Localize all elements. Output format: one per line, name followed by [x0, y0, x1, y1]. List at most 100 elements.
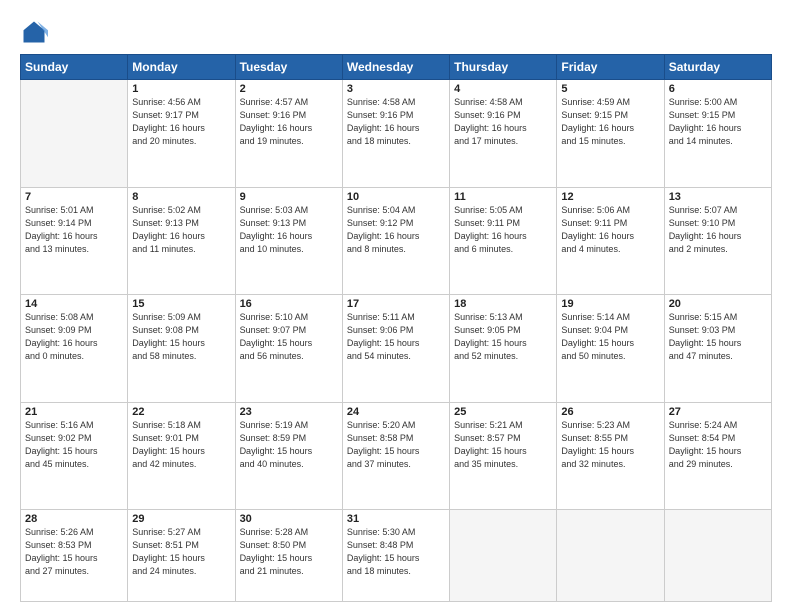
day-info: Sunrise: 4:58 AM Sunset: 9:16 PM Dayligh… — [347, 96, 445, 148]
calendar-cell: 28Sunrise: 5:26 AM Sunset: 8:53 PM Dayli… — [21, 510, 128, 602]
calendar-cell: 7Sunrise: 5:01 AM Sunset: 9:14 PM Daylig… — [21, 187, 128, 295]
weekday-header-thursday: Thursday — [450, 55, 557, 80]
calendar-cell: 19Sunrise: 5:14 AM Sunset: 9:04 PM Dayli… — [557, 295, 664, 403]
day-info: Sunrise: 5:10 AM Sunset: 9:07 PM Dayligh… — [240, 311, 338, 363]
day-info: Sunrise: 5:13 AM Sunset: 9:05 PM Dayligh… — [454, 311, 552, 363]
day-info: Sunrise: 5:01 AM Sunset: 9:14 PM Dayligh… — [25, 204, 123, 256]
calendar-cell — [21, 80, 128, 188]
calendar-cell: 10Sunrise: 5:04 AM Sunset: 9:12 PM Dayli… — [342, 187, 449, 295]
day-info: Sunrise: 5:23 AM Sunset: 8:55 PM Dayligh… — [561, 419, 659, 471]
calendar-cell: 14Sunrise: 5:08 AM Sunset: 9:09 PM Dayli… — [21, 295, 128, 403]
calendar-week-row: 14Sunrise: 5:08 AM Sunset: 9:09 PM Dayli… — [21, 295, 772, 403]
calendar-cell: 2Sunrise: 4:57 AM Sunset: 9:16 PM Daylig… — [235, 80, 342, 188]
calendar-cell: 1Sunrise: 4:56 AM Sunset: 9:17 PM Daylig… — [128, 80, 235, 188]
day-info: Sunrise: 4:57 AM Sunset: 9:16 PM Dayligh… — [240, 96, 338, 148]
calendar-cell: 17Sunrise: 5:11 AM Sunset: 9:06 PM Dayli… — [342, 295, 449, 403]
day-number: 22 — [132, 406, 230, 418]
day-number: 10 — [347, 191, 445, 203]
day-info: Sunrise: 4:58 AM Sunset: 9:16 PM Dayligh… — [454, 96, 552, 148]
day-info: Sunrise: 5:08 AM Sunset: 9:09 PM Dayligh… — [25, 311, 123, 363]
logo — [20, 18, 52, 46]
calendar-cell: 16Sunrise: 5:10 AM Sunset: 9:07 PM Dayli… — [235, 295, 342, 403]
day-number: 24 — [347, 406, 445, 418]
day-info: Sunrise: 5:00 AM Sunset: 9:15 PM Dayligh… — [669, 96, 767, 148]
day-info: Sunrise: 5:14 AM Sunset: 9:04 PM Dayligh… — [561, 311, 659, 363]
day-number: 14 — [25, 298, 123, 310]
calendar-cell: 15Sunrise: 5:09 AM Sunset: 9:08 PM Dayli… — [128, 295, 235, 403]
day-info: Sunrise: 5:06 AM Sunset: 9:11 PM Dayligh… — [561, 204, 659, 256]
weekday-header-friday: Friday — [557, 55, 664, 80]
calendar-table: SundayMondayTuesdayWednesdayThursdayFrid… — [20, 54, 772, 602]
day-info: Sunrise: 4:56 AM Sunset: 9:17 PM Dayligh… — [132, 96, 230, 148]
weekday-header-saturday: Saturday — [664, 55, 771, 80]
day-info: Sunrise: 5:15 AM Sunset: 9:03 PM Dayligh… — [669, 311, 767, 363]
calendar-cell — [557, 510, 664, 602]
calendar-week-row: 1Sunrise: 4:56 AM Sunset: 9:17 PM Daylig… — [21, 80, 772, 188]
calendar-cell: 5Sunrise: 4:59 AM Sunset: 9:15 PM Daylig… — [557, 80, 664, 188]
day-number: 25 — [454, 406, 552, 418]
day-info: Sunrise: 5:09 AM Sunset: 9:08 PM Dayligh… — [132, 311, 230, 363]
calendar-week-row: 28Sunrise: 5:26 AM Sunset: 8:53 PM Dayli… — [21, 510, 772, 602]
day-info: Sunrise: 5:18 AM Sunset: 9:01 PM Dayligh… — [132, 419, 230, 471]
day-info: Sunrise: 4:59 AM Sunset: 9:15 PM Dayligh… — [561, 96, 659, 148]
calendar-cell: 8Sunrise: 5:02 AM Sunset: 9:13 PM Daylig… — [128, 187, 235, 295]
calendar-cell: 13Sunrise: 5:07 AM Sunset: 9:10 PM Dayli… — [664, 187, 771, 295]
day-info: Sunrise: 5:27 AM Sunset: 8:51 PM Dayligh… — [132, 526, 230, 578]
calendar-cell — [450, 510, 557, 602]
day-number: 19 — [561, 298, 659, 310]
day-info: Sunrise: 5:28 AM Sunset: 8:50 PM Dayligh… — [240, 526, 338, 578]
logo-icon — [20, 18, 48, 46]
day-number: 6 — [669, 83, 767, 95]
day-number: 26 — [561, 406, 659, 418]
calendar-cell: 27Sunrise: 5:24 AM Sunset: 8:54 PM Dayli… — [664, 402, 771, 510]
day-number: 13 — [669, 191, 767, 203]
day-number: 15 — [132, 298, 230, 310]
calendar-cell: 22Sunrise: 5:18 AM Sunset: 9:01 PM Dayli… — [128, 402, 235, 510]
day-number: 8 — [132, 191, 230, 203]
day-number: 29 — [132, 513, 230, 525]
calendar-cell: 12Sunrise: 5:06 AM Sunset: 9:11 PM Dayli… — [557, 187, 664, 295]
calendar-cell: 31Sunrise: 5:30 AM Sunset: 8:48 PM Dayli… — [342, 510, 449, 602]
calendar-cell: 30Sunrise: 5:28 AM Sunset: 8:50 PM Dayli… — [235, 510, 342, 602]
day-number: 17 — [347, 298, 445, 310]
day-info: Sunrise: 5:11 AM Sunset: 9:06 PM Dayligh… — [347, 311, 445, 363]
day-info: Sunrise: 5:19 AM Sunset: 8:59 PM Dayligh… — [240, 419, 338, 471]
day-number: 27 — [669, 406, 767, 418]
day-number: 28 — [25, 513, 123, 525]
calendar-cell — [664, 510, 771, 602]
calendar-cell: 20Sunrise: 5:15 AM Sunset: 9:03 PM Dayli… — [664, 295, 771, 403]
calendar-cell: 26Sunrise: 5:23 AM Sunset: 8:55 PM Dayli… — [557, 402, 664, 510]
calendar-cell: 9Sunrise: 5:03 AM Sunset: 9:13 PM Daylig… — [235, 187, 342, 295]
day-info: Sunrise: 5:04 AM Sunset: 9:12 PM Dayligh… — [347, 204, 445, 256]
day-number: 7 — [25, 191, 123, 203]
calendar-cell: 11Sunrise: 5:05 AM Sunset: 9:11 PM Dayli… — [450, 187, 557, 295]
header — [20, 18, 772, 46]
calendar-cell: 6Sunrise: 5:00 AM Sunset: 9:15 PM Daylig… — [664, 80, 771, 188]
calendar-cell: 4Sunrise: 4:58 AM Sunset: 9:16 PM Daylig… — [450, 80, 557, 188]
weekday-header-tuesday: Tuesday — [235, 55, 342, 80]
day-info: Sunrise: 5:24 AM Sunset: 8:54 PM Dayligh… — [669, 419, 767, 471]
calendar-week-row: 21Sunrise: 5:16 AM Sunset: 9:02 PM Dayli… — [21, 402, 772, 510]
weekday-header-row: SundayMondayTuesdayWednesdayThursdayFrid… — [21, 55, 772, 80]
day-info: Sunrise: 5:20 AM Sunset: 8:58 PM Dayligh… — [347, 419, 445, 471]
day-number: 23 — [240, 406, 338, 418]
day-number: 4 — [454, 83, 552, 95]
day-info: Sunrise: 5:03 AM Sunset: 9:13 PM Dayligh… — [240, 204, 338, 256]
day-info: Sunrise: 5:16 AM Sunset: 9:02 PM Dayligh… — [25, 419, 123, 471]
day-number: 3 — [347, 83, 445, 95]
day-number: 30 — [240, 513, 338, 525]
day-number: 31 — [347, 513, 445, 525]
page: SundayMondayTuesdayWednesdayThursdayFrid… — [0, 0, 792, 612]
calendar-cell: 3Sunrise: 4:58 AM Sunset: 9:16 PM Daylig… — [342, 80, 449, 188]
day-info: Sunrise: 5:21 AM Sunset: 8:57 PM Dayligh… — [454, 419, 552, 471]
day-number: 5 — [561, 83, 659, 95]
day-number: 21 — [25, 406, 123, 418]
day-number: 2 — [240, 83, 338, 95]
day-number: 18 — [454, 298, 552, 310]
day-info: Sunrise: 5:30 AM Sunset: 8:48 PM Dayligh… — [347, 526, 445, 578]
calendar-cell: 18Sunrise: 5:13 AM Sunset: 9:05 PM Dayli… — [450, 295, 557, 403]
calendar-cell: 21Sunrise: 5:16 AM Sunset: 9:02 PM Dayli… — [21, 402, 128, 510]
weekday-header-wednesday: Wednesday — [342, 55, 449, 80]
day-number: 9 — [240, 191, 338, 203]
day-number: 11 — [454, 191, 552, 203]
